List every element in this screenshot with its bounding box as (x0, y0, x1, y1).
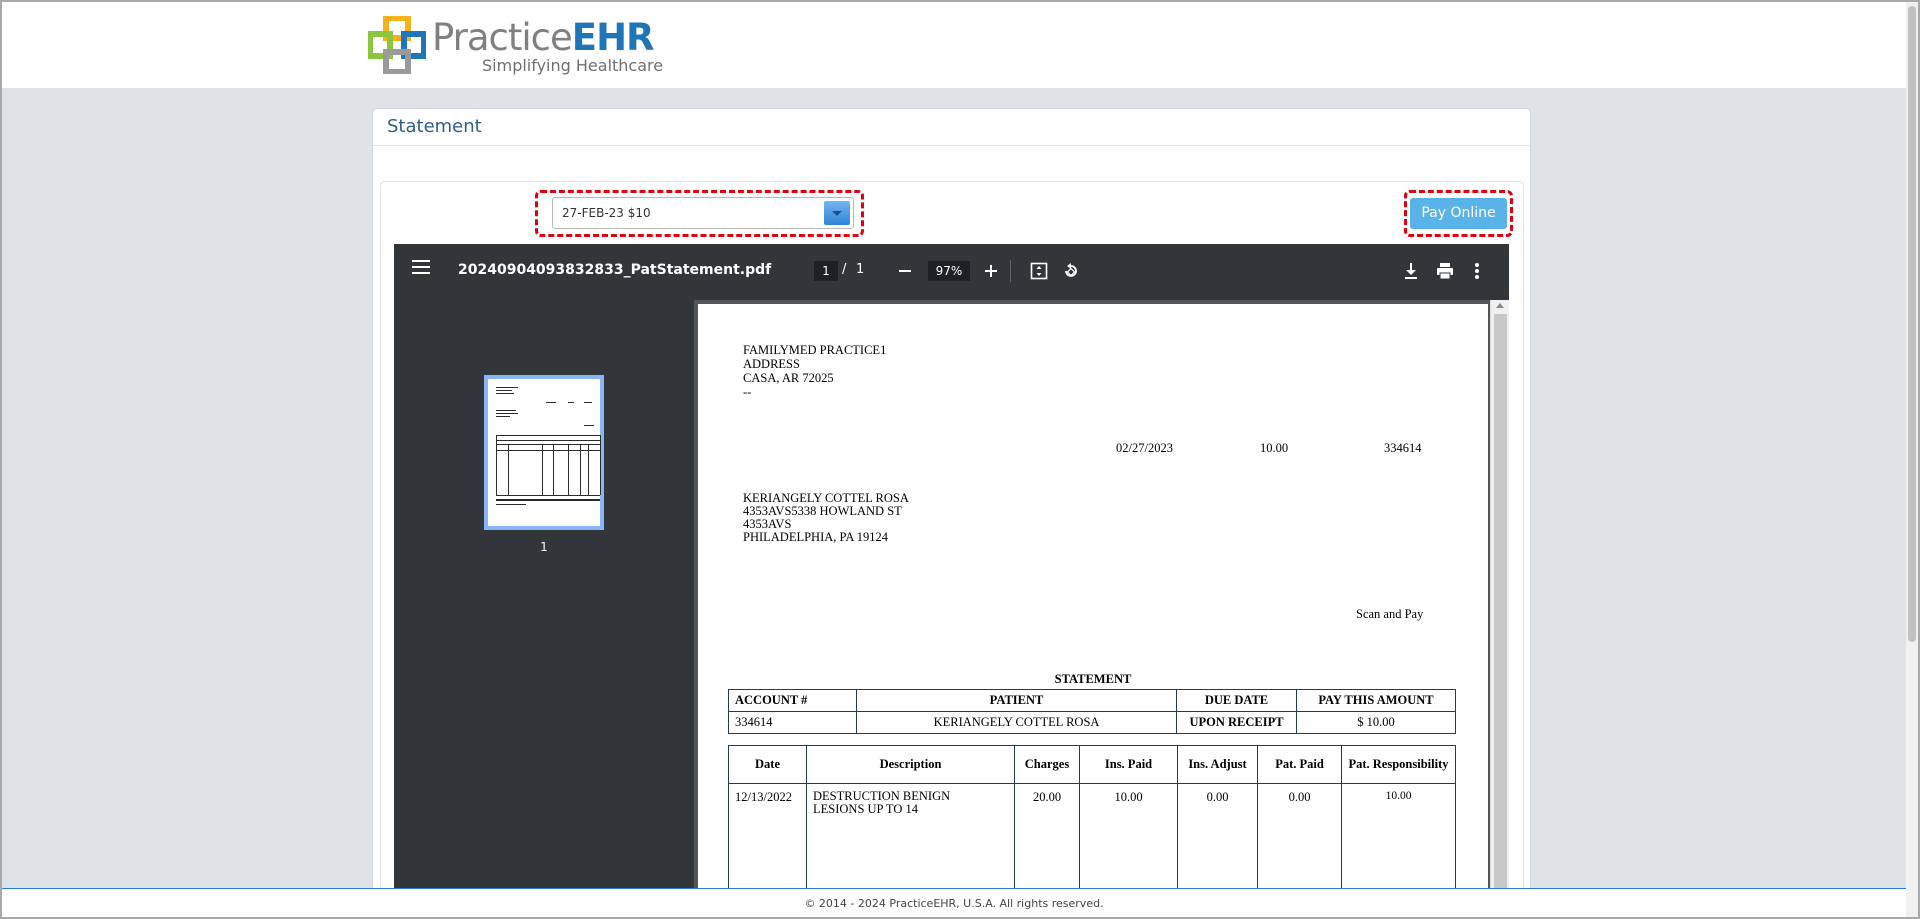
summary-header: ACCOUNT # (728, 689, 857, 712)
brand-tagline: Simplifying Healthcare (482, 56, 664, 75)
row-charges: 20.00 (1014, 783, 1080, 888)
more-options-icon[interactable] (1474, 262, 1480, 280)
practice-extra: -- (743, 385, 752, 399)
page-scrollbar-thumb[interactable] (1908, 6, 1916, 642)
page-title: Statement (387, 116, 482, 137)
practice-name: FAMILYMED PRACTICE1 (743, 343, 887, 357)
footer: © 2014 - 2024 PracticeEHR, U.S.A. All ri… (2, 888, 1906, 917)
toolbar-divider (1010, 260, 1011, 282)
statement-select[interactable]: 27-FEB-23 $10 (552, 197, 854, 229)
menu-icon[interactable] (412, 260, 430, 274)
charges-header: Ins. Paid (1079, 745, 1178, 784)
thumbnail-page-label: 1 (540, 540, 548, 554)
page-separator: / (842, 262, 847, 277)
practice-city-state-zip: CASA, AR 72025 (743, 371, 834, 385)
brand-name: PracticeEHR (432, 16, 655, 59)
statement-amount: 10.00 (1260, 441, 1289, 455)
statement-account: 334614 (1384, 441, 1422, 455)
patient-city-state-zip: PHILADELPHIA, PA 19124 (743, 530, 889, 544)
page-number-input[interactable]: 1 (814, 261, 838, 281)
practiceehr-logo[interactable]: PracticeEHR Simplifying Healthcare (368, 14, 663, 78)
charges-table: Date Description Charges Ins. Paid Ins. … (728, 745, 1456, 888)
scroll-up-arrow-icon[interactable] (1496, 303, 1504, 308)
charges-header: Charges (1014, 745, 1080, 784)
pdf-page: FAMILYMED PRACTICE1 ADDRESS CASA, AR 720… (698, 304, 1488, 888)
row-pat-paid: 0.00 (1257, 783, 1342, 888)
card-header: Statement (373, 109, 1530, 146)
top-header: PracticeEHR Simplifying Healthcare (2, 2, 1906, 88)
pdf-filename: 20240904093832833_PatStatement.pdf (458, 262, 772, 278)
charges-header: Description (806, 745, 1015, 784)
zoom-out-icon[interactable] (898, 264, 912, 278)
pdf-scrollbar[interactable] (1490, 300, 1509, 888)
summary-account-value: 334614 (728, 711, 857, 734)
row-date: 12/13/2022 (728, 783, 807, 888)
rotate-icon[interactable] (1062, 262, 1080, 280)
fit-page-icon[interactable] (1030, 262, 1048, 280)
row-ins-adjust: 0.00 (1177, 783, 1258, 888)
copyright-text: © 2014 - 2024 PracticeEHR, U.S.A. All ri… (804, 897, 1104, 910)
statement-date: 02/27/2023 (1116, 441, 1173, 455)
cross-logo-icon (368, 16, 426, 74)
statement-select-value: 27-FEB-23 $10 (562, 206, 651, 220)
scan-and-pay-label: Scan and Pay (1356, 607, 1424, 621)
charges-header: Pat. Responsibility (1341, 745, 1456, 784)
pdf-viewer: 20240904093832833_PatStatement.pdf 1 / 1… (394, 244, 1509, 888)
charges-header: Ins. Adjust (1177, 745, 1258, 784)
zoom-in-icon[interactable] (984, 264, 998, 278)
summary-header: PATIENT (856, 689, 1177, 712)
summary-table: ACCOUNT # PATIENT DUE DATE PAY THIS AMOU… (728, 689, 1456, 734)
summary-amount-value: $ 10.00 (1296, 711, 1456, 734)
row-ins-paid: 10.00 (1079, 783, 1178, 888)
summary-header: DUE DATE (1176, 689, 1297, 712)
page-total: 1 (856, 262, 865, 277)
page-scrollbar[interactable] (1906, 2, 1918, 917)
charges-header: Date (728, 745, 807, 784)
download-icon[interactable] (1403, 262, 1419, 280)
row-description: DESTRUCTION BENIGN LESIONS UP TO 14 (806, 783, 1015, 888)
charges-header: Pat. Paid (1257, 745, 1342, 784)
table-row: 12/13/2022 DESTRUCTION BENIGN LESIONS UP … (728, 783, 1456, 888)
print-icon[interactable] (1436, 262, 1454, 280)
row-pat-responsibility: 10.00 (1341, 783, 1456, 888)
page-thumbnail[interactable] (484, 375, 604, 530)
chevron-down-icon[interactable] (824, 201, 850, 225)
pdf-scrollbar-thumb[interactable] (1494, 314, 1507, 888)
pay-online-button[interactable]: Pay Online (1410, 198, 1507, 229)
pdf-toolbar: 20240904093832833_PatStatement.pdf 1 / 1… (394, 244, 1509, 300)
summary-patient-value: KERIANGELY COTTEL ROSA (856, 711, 1177, 734)
summary-header: PAY THIS AMOUNT (1296, 689, 1456, 712)
zoom-input[interactable]: 97% (928, 261, 970, 281)
summary-due-date-value: UPON RECEIPT (1176, 711, 1297, 734)
pdf-thumbnail-sidebar: 1 (394, 300, 694, 888)
statement-heading: STATEMENT (1054, 672, 1132, 686)
practice-address: ADDRESS (743, 357, 800, 371)
